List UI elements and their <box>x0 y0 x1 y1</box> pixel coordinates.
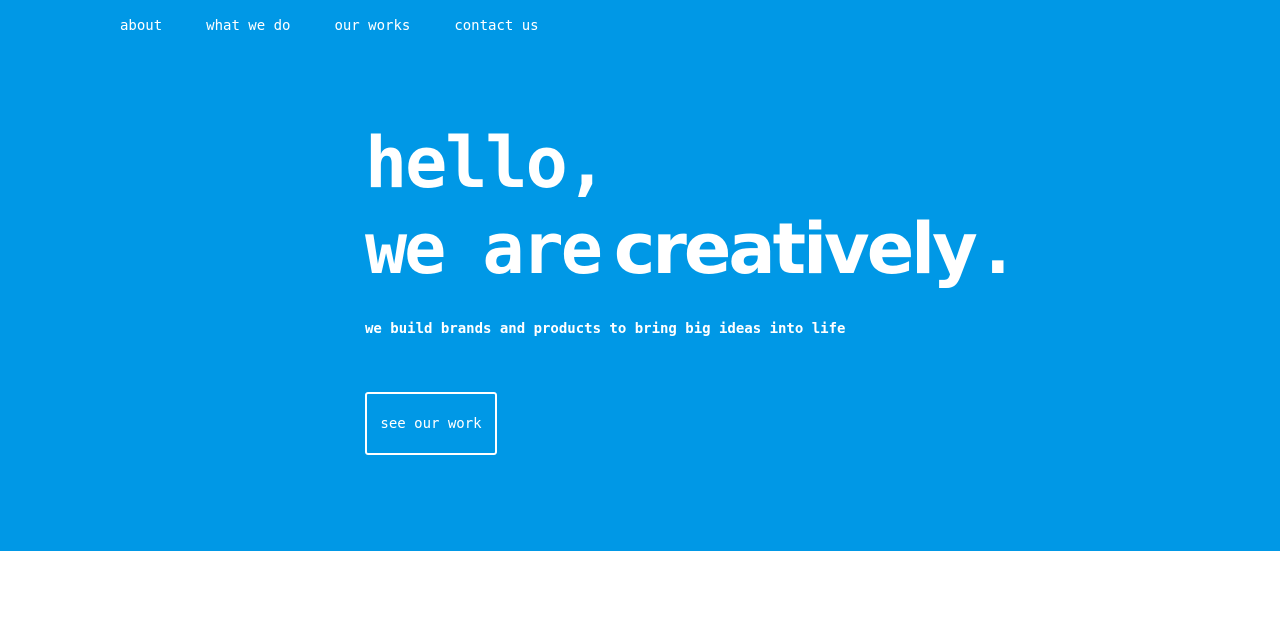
hero-tagline: we build brands and products to bring bi… <box>365 321 846 337</box>
hero-headline: hello, we are creatively. <box>365 120 1019 305</box>
hero-statement-emphasis: creatively <box>613 208 978 290</box>
hero-section: about what we do our works contact us he… <box>0 0 1280 551</box>
hero-statement-prefix: we are <box>365 208 603 290</box>
hero-statement-suffix: . <box>976 208 1019 290</box>
hero-greeting: hello, <box>365 122 608 204</box>
see-our-work-button[interactable]: see our work <box>365 392 497 455</box>
nav-link-what-we-do[interactable]: what we do <box>206 18 290 34</box>
main-nav: about what we do our works contact us <box>120 16 583 36</box>
nav-link-contact-us[interactable]: contact us <box>454 18 538 34</box>
hero-statement: we are creatively. <box>365 206 1019 305</box>
content-section <box>0 551 1280 640</box>
nav-link-our-works[interactable]: our works <box>334 18 410 34</box>
nav-link-about[interactable]: about <box>120 18 162 34</box>
